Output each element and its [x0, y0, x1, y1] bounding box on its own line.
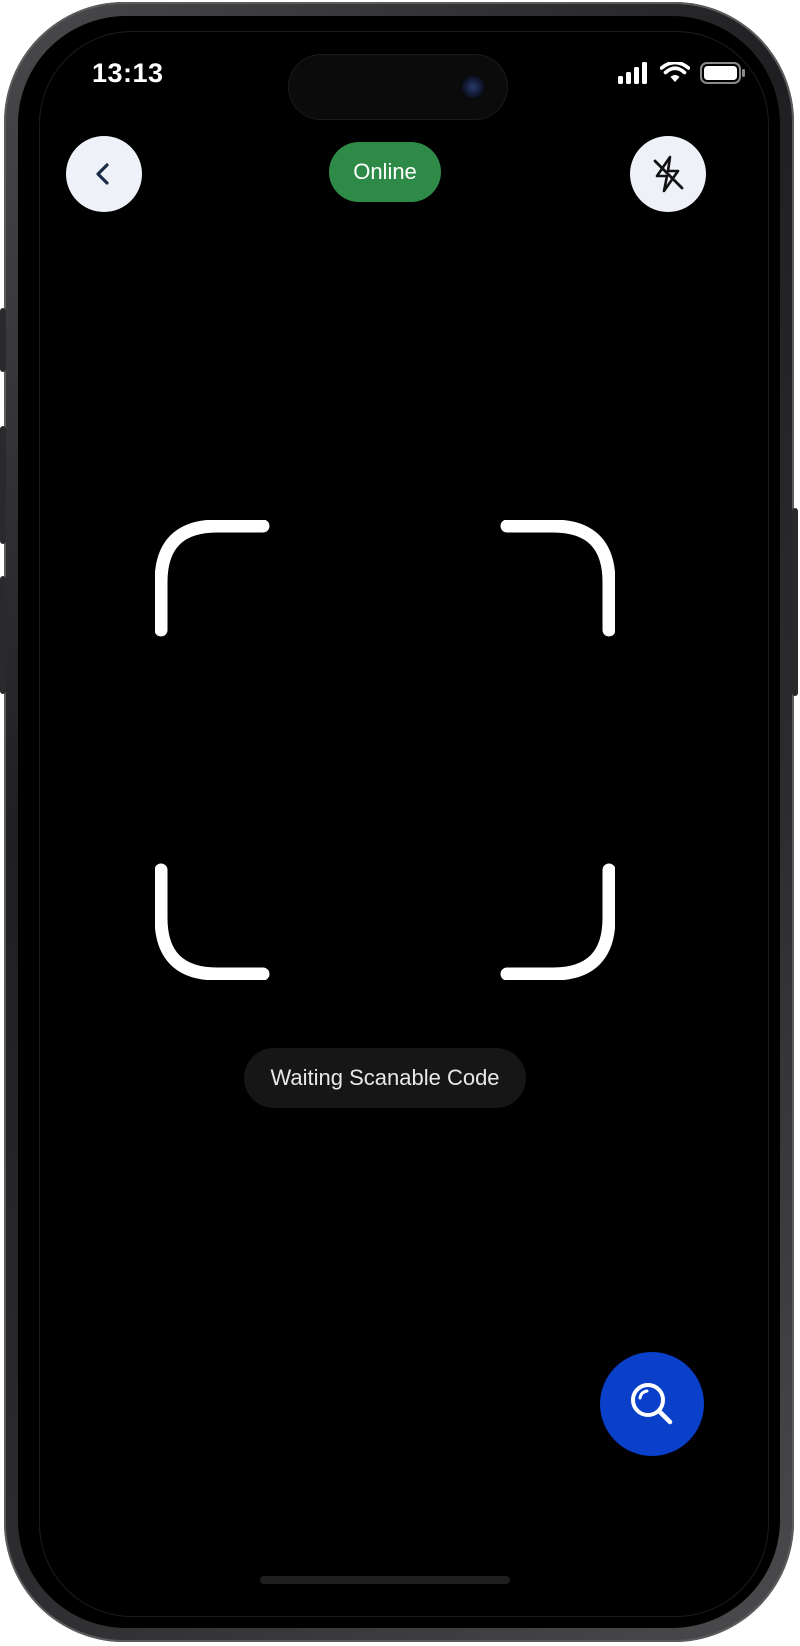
dynamic-island: [288, 54, 508, 120]
status-icons: [618, 62, 746, 84]
chevron-left-icon: [96, 163, 109, 185]
power-button: [792, 508, 798, 696]
flash-off-icon: [653, 155, 684, 193]
flash-toggle-button[interactable]: [630, 136, 706, 212]
cellular-signal-icon: [618, 62, 647, 84]
scan-status-text: Waiting Scanable Code: [270, 1065, 500, 1090]
scan-corner-bottom-left: [155, 863, 270, 980]
volume-up-button: [0, 426, 6, 544]
action-button: [0, 308, 6, 372]
scan-frame-corners: [155, 520, 615, 980]
search-button[interactable]: [600, 1352, 704, 1456]
front-camera-icon: [460, 74, 486, 100]
home-indicator[interactable]: [260, 1576, 510, 1584]
scan-status-badge: Waiting Scanable Code: [244, 1048, 526, 1108]
scan-corner-top-right: [500, 520, 615, 637]
connection-status-label: Online: [353, 159, 417, 184]
battery-icon: [700, 62, 745, 84]
scan-corner-bottom-right: [500, 863, 615, 980]
scanner-screen: 13:13 Online Waiting Scanable Code: [40, 32, 768, 1616]
wifi-icon: [660, 62, 690, 82]
volume-down-button: [0, 576, 6, 694]
search-icon: [631, 1383, 673, 1425]
scan-corner-top-left: [155, 520, 270, 637]
status-time: 13:13: [92, 58, 164, 88]
back-button[interactable]: [66, 136, 142, 212]
connection-status-badge: Online: [329, 142, 441, 202]
phone-device-frame: 13:13 Online Waiting Scanable Code: [0, 2, 798, 1642]
